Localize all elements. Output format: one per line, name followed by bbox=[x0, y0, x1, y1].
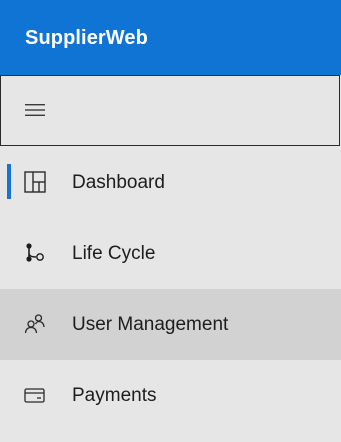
app-header: SupplierWeb bbox=[0, 0, 341, 75]
hamburger-icon bbox=[25, 104, 45, 116]
app-title: SupplierWeb bbox=[25, 27, 148, 49]
sidebar-item-payments[interactable]: Payments bbox=[0, 360, 341, 431]
sidebar-item-label: Dashboard bbox=[72, 172, 165, 193]
active-indicator bbox=[7, 164, 11, 199]
lifecycle-icon bbox=[26, 243, 44, 262]
sidebar-item-dashboard[interactable]: Dashboard bbox=[0, 147, 341, 218]
dashboard-icon bbox=[24, 171, 46, 193]
payment-card-icon bbox=[24, 388, 45, 403]
sidebar-item-life-cycle[interactable]: Life Cycle bbox=[0, 218, 341, 289]
sidebar-item-label: User Management bbox=[72, 314, 229, 335]
sidebar-nav: Dashboard Life Cycle User Management Pay… bbox=[0, 147, 341, 431]
users-icon bbox=[24, 314, 45, 334]
menu-toggle-button[interactable] bbox=[0, 75, 340, 146]
sidebar-item-label: Life Cycle bbox=[72, 243, 156, 264]
sidebar-item-label: Payments bbox=[72, 385, 157, 406]
sidebar-item-user-management[interactable]: User Management bbox=[0, 289, 341, 360]
